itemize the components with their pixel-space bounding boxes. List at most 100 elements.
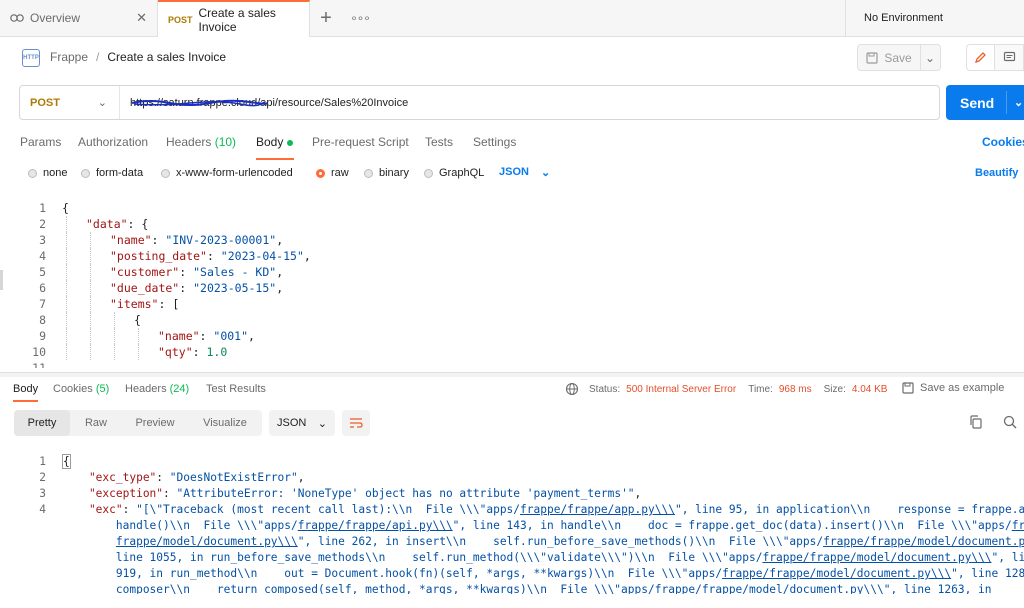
- code-token: handle()\\n File \\\"apps/: [62, 519, 298, 532]
- tab-create-sales-invoice[interactable]: POST Create a sales Invoice: [158, 0, 310, 37]
- size-label: Size:: [823, 383, 846, 395]
- response-format-select[interactable]: JSON ⌄: [269, 410, 335, 436]
- file-path-link[interactable]: frappe/: [1012, 519, 1024, 532]
- time-value[interactable]: 968 ms: [779, 384, 812, 395]
- tab-overview-label: Overview: [30, 11, 81, 25]
- response-tab-headers[interactable]: Headers (24): [125, 383, 189, 395]
- file-path-link[interactable]: :: [156, 471, 169, 484]
- radio-form-data[interactable]: form-data: [81, 167, 143, 179]
- indent-guide: [114, 344, 116, 360]
- tab-body[interactable]: Body: [256, 135, 294, 149]
- file-path-link[interactable]: frappe/model/document.py\\\: [116, 535, 298, 548]
- cookies-link[interactable]: Cookies: [982, 135, 1024, 149]
- environment-label: No Environment: [864, 12, 943, 24]
- line-number: 1: [39, 455, 46, 468]
- response-tab-body[interactable]: Body: [13, 383, 38, 395]
- file-path-link[interactable]: frappe/frappe/model/document.py\\\: [763, 551, 992, 564]
- indent-guide: [90, 280, 92, 296]
- tab-tests[interactable]: Tests: [425, 135, 453, 149]
- edit-icon[interactable]: [966, 44, 995, 71]
- status-value[interactable]: 500 Internal Server Error: [626, 384, 736, 395]
- code-token: line 1055, in run_before_save_methods\\n…: [62, 551, 763, 564]
- file-path-link[interactable]: ,: [298, 471, 305, 484]
- more-tabs-icon[interactable]: ∘∘∘: [348, 6, 372, 30]
- pane-divider[interactable]: [0, 372, 1024, 377]
- view-raw[interactable]: Raw: [72, 410, 120, 436]
- view-raw-label: Raw: [84, 417, 107, 429]
- line-number: 5: [39, 265, 46, 279]
- code-token: :: [206, 249, 221, 263]
- save-example-label: Save as example: [920, 382, 1005, 394]
- file-path-link[interactable]: frappe/frappe/api.py\\\: [298, 519, 453, 532]
- file-path-link[interactable]: :: [163, 487, 176, 500]
- view-preview[interactable]: Preview: [124, 410, 186, 436]
- view-visualize[interactable]: Visualize: [190, 410, 260, 436]
- file-path-link[interactable]: frappe/frappe/model/document.py\\\: [655, 583, 884, 594]
- comment-icon[interactable]: [995, 44, 1024, 71]
- code-text: {: [62, 200, 69, 216]
- file-path-link[interactable]: {: [62, 454, 71, 469]
- response-tab-cookies[interactable]: Cookies (5): [53, 383, 109, 395]
- save-button[interactable]: Save: [858, 45, 921, 70]
- request-body-editor[interactable]: 1{2 "data": {3 "name": "INV-2023-00001", 4 "…: [14, 196, 1024, 368]
- tab-headers[interactable]: Headers (10): [166, 135, 236, 149]
- close-icon[interactable]: ✕: [136, 10, 147, 26]
- radio-x-www-form-urlencoded[interactable]: x-www-form-urlencoded: [161, 167, 293, 179]
- response-cookies-count: (5): [95, 383, 110, 395]
- response-tab-test-results[interactable]: Test Results: [206, 383, 266, 395]
- view-pretty[interactable]: Pretty: [14, 410, 70, 436]
- response-body[interactable]: 1{2 "exc_type": "DoesNotExistError", 3 "e…: [14, 454, 1024, 594]
- response-line: line 1055, in run_before_save_methods\\n…: [14, 550, 1024, 566]
- code-token: "2023-05-15": [193, 281, 277, 295]
- radio-binary[interactable]: binary: [364, 167, 409, 179]
- body-format-select[interactable]: JSON ⌄: [499, 166, 550, 179]
- size-value[interactable]: 4.04 KB: [852, 384, 888, 395]
- code-token: "name": [110, 233, 152, 247]
- file-path-link[interactable]: frappe/frappe/model/document.py\\\: [722, 567, 951, 580]
- file-path-link[interactable]: frappe/frappe/model/document.py\\\: [823, 535, 1024, 548]
- line-number: 3: [39, 233, 46, 247]
- code-token: : [: [158, 297, 180, 311]
- radio-graphql[interactable]: GraphQL: [424, 167, 484, 179]
- globe-icon[interactable]: [565, 382, 579, 396]
- resize-handle[interactable]: [0, 270, 3, 290]
- line-number: 4: [39, 249, 46, 263]
- environment-selector[interactable]: No Environment: [845, 0, 1024, 36]
- line-number: 10: [32, 345, 46, 359]
- tab-params[interactable]: Params: [20, 135, 61, 149]
- code-token: ,: [248, 329, 255, 343]
- indent-guide: [66, 312, 68, 328]
- file-path-link[interactable]: frappe/frappe/app.py\\\: [520, 503, 675, 516]
- code-text: "posting_date": "2023-04-15",: [110, 248, 311, 264]
- tab-settings[interactable]: Settings: [473, 135, 516, 149]
- editor-line: 2 "data": {: [14, 216, 1014, 232]
- indent-guide: [66, 264, 68, 280]
- save-dropdown-chevron-icon[interactable]: ⌄: [920, 45, 940, 70]
- breadcrumb-workspace[interactable]: Frappe: [50, 50, 88, 64]
- breadcrumb-request-name[interactable]: Create a sales Invoice: [107, 50, 226, 64]
- search-icon[interactable]: [1002, 414, 1020, 432]
- chevron-down-icon[interactable]: ⌄: [1014, 96, 1023, 109]
- indent-guide: [66, 296, 68, 312]
- indent-guide: [90, 312, 92, 328]
- radio-none[interactable]: none: [28, 167, 67, 179]
- radio-circle: [424, 168, 433, 178]
- radio-raw[interactable]: raw: [316, 167, 349, 179]
- save-as-example-button[interactable]: Save as example: [902, 382, 1004, 394]
- method-select[interactable]: POST ⌄: [20, 86, 120, 119]
- file-path-link[interactable]: ,: [635, 487, 642, 500]
- wrap-lines-icon[interactable]: [342, 410, 370, 436]
- code-token: : {: [127, 217, 149, 231]
- code-text: {: [134, 312, 141, 328]
- url-input[interactable]: https://saturn.frappe.cloud/api/resource…: [130, 86, 408, 119]
- tab-authorization[interactable]: Authorization: [78, 135, 148, 149]
- file-path-link[interactable]: :: [123, 503, 136, 516]
- copy-icon[interactable]: [968, 414, 986, 432]
- code-text: "name": "INV-2023-00001",: [110, 232, 283, 248]
- tab-overview[interactable]: Overview ✕: [0, 0, 158, 36]
- new-tab-icon[interactable]: +: [314, 6, 338, 30]
- send-button[interactable]: Send ⌄: [946, 85, 1024, 120]
- tab-pre-request-script[interactable]: Pre-request Script: [312, 135, 409, 149]
- beautify-link[interactable]: Beautify: [975, 167, 1018, 179]
- code-token: ,: [276, 281, 284, 295]
